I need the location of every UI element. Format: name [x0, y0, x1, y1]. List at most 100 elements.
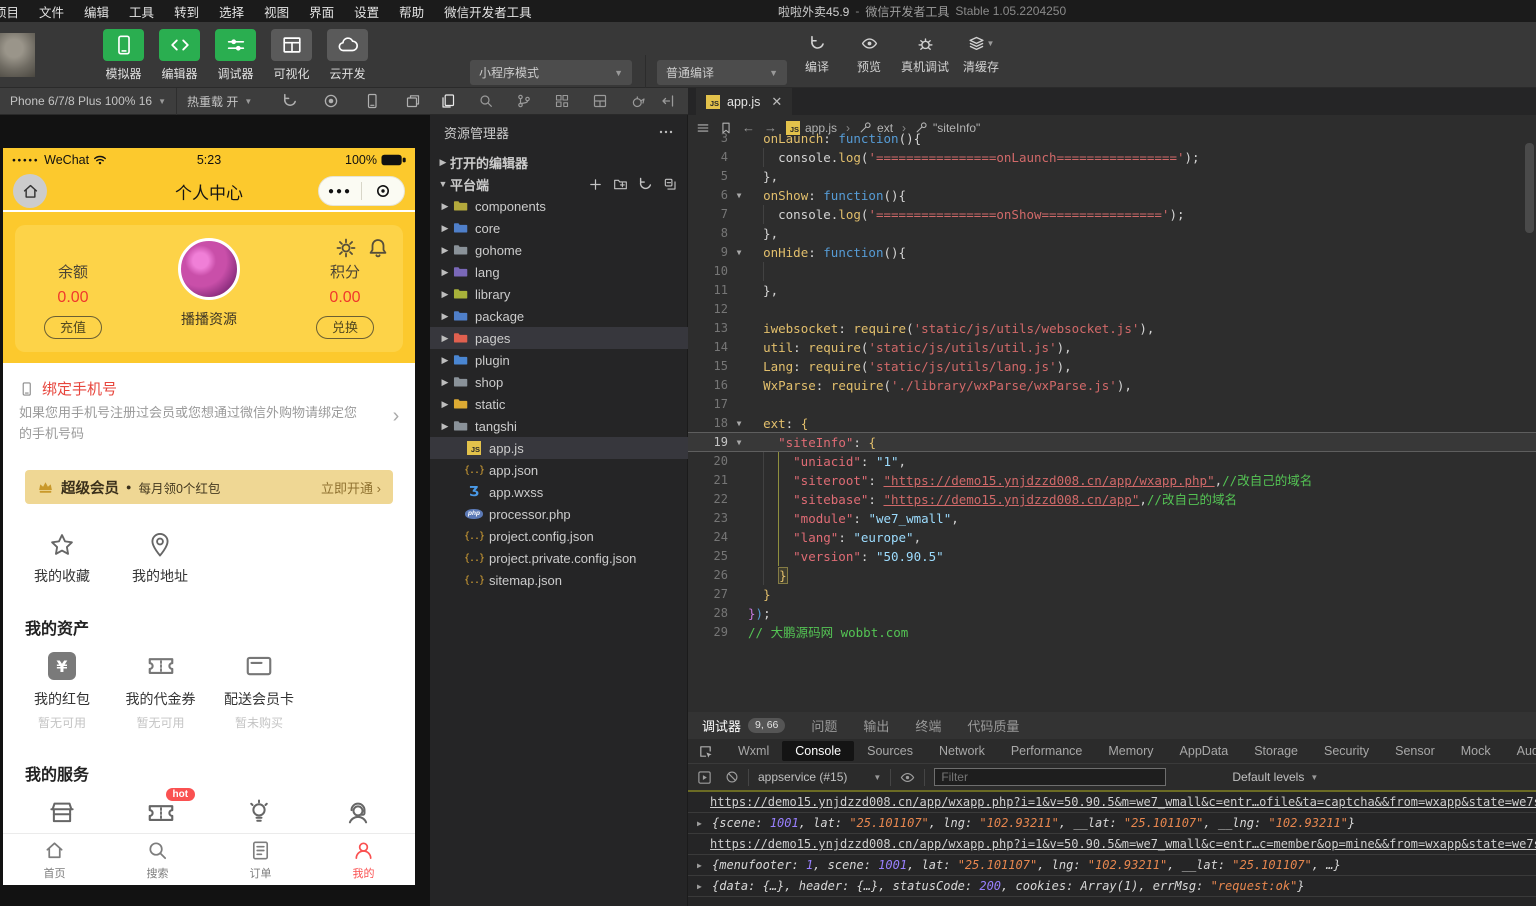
tab-订单[interactable]: 订单 [209, 834, 312, 885]
refresh-icon[interactable] [638, 177, 653, 192]
menu-item-编辑[interactable]: 编辑 [74, 2, 119, 21]
fold-icon[interactable]: ▼ [732, 243, 746, 262]
folder-core[interactable]: ▶core [430, 217, 688, 239]
debug-tab-输出[interactable]: 输出 [863, 716, 889, 735]
utilities-icon[interactable] [630, 93, 646, 109]
toolbar-button-可视化[interactable]: 可视化 [268, 29, 315, 82]
toolbar-button-模拟器[interactable]: 模拟器 [100, 29, 147, 82]
tab-搜索[interactable]: 搜索 [106, 834, 209, 885]
context-select[interactable]: appservice (#15) ▼ [758, 770, 881, 784]
quick-我的地址[interactable]: 我的地址 [121, 531, 199, 586]
menu-item-文件[interactable]: 文件 [29, 2, 74, 21]
hot-reload-toggle[interactable]: 热重载 开▼ [177, 88, 262, 115]
console-row[interactable]: https://demo15.ynjdzzd008.cn/app/wxapp.p… [688, 834, 1536, 855]
exchange-button[interactable]: 兑换 [316, 316, 374, 339]
service-service[interactable] [343, 798, 377, 832]
service-bulb[interactable] [244, 798, 278, 832]
folder-static[interactable]: ▶static [430, 393, 688, 415]
console-row[interactable]: ▶{data: {…}, header: {…}, statusCode: 20… [688, 876, 1536, 897]
action-清缓存[interactable]: ▼清缓存 [961, 32, 1001, 75]
editor-scrollbar[interactable] [1525, 143, 1534, 233]
fold-icon[interactable]: ▼ [732, 414, 746, 433]
toolbar-button-调试器[interactable]: 调试器 [212, 29, 259, 82]
eye-icon[interactable] [900, 770, 915, 785]
tab-appjs[interactable]: JS app.js ✕ [696, 88, 792, 115]
folder-gohome[interactable]: ▶gohome [430, 239, 688, 261]
devtools-tab-Security[interactable]: Security [1311, 741, 1382, 761]
action-预览[interactable]: 预览 [849, 32, 889, 75]
devtools-tab-AppData[interactable]: AppData [1167, 741, 1242, 761]
tab-首页[interactable]: 首页 [3, 834, 106, 885]
extensions-icon[interactable] [554, 93, 570, 109]
devtools-tab-Storage[interactable]: Storage [1241, 741, 1311, 761]
file-app.js[interactable]: JSapp.js [430, 437, 688, 459]
recharge-button[interactable]: 充值 [44, 316, 102, 339]
console-row[interactable]: https://demo15.ynjdzzd008.cn/app/wxapp.p… [688, 792, 1536, 813]
open-editors-section[interactable]: ▶ 打开的编辑器 [430, 151, 688, 173]
file-project.config.json[interactable]: {..}project.config.json [430, 525, 688, 547]
devtools-tab-Performance[interactable]: Performance [998, 741, 1096, 761]
step-over-icon[interactable] [697, 770, 712, 785]
devtools-tab-Sources[interactable]: Sources [854, 741, 926, 761]
vip-banner[interactable]: 超级会员 ● 每月领0个红包 立即开通 › [25, 470, 393, 504]
file-sitemap.json[interactable]: {..}sitemap.json [430, 569, 688, 591]
menu-item-转到[interactable]: 转到 [164, 2, 209, 21]
log-levels-select[interactable]: Default levels ▼ [1232, 770, 1318, 784]
more-menu-icon[interactable]: ●●● [319, 186, 361, 197]
file-processor.php[interactable]: phpprocessor.php [430, 503, 688, 525]
asset-我的代金券[interactable]: 我的代金券暂无可用 [113, 651, 209, 731]
menu-item-选择[interactable]: 选择 [209, 2, 254, 21]
more-actions-icon[interactable] [658, 124, 674, 140]
menu-item-工具[interactable]: 工具 [119, 2, 164, 21]
console-request-link[interactable]: https://demo15.ynjdzzd008.cn/app/wxapp.p… [710, 795, 1536, 809]
asset-我的红包[interactable]: ¥我的红包暂无可用 [14, 651, 110, 731]
menu-item-界面[interactable]: 界面 [299, 2, 344, 21]
new-file-icon[interactable] [588, 177, 603, 192]
file-project.private.config.json[interactable]: {..}project.private.config.json [430, 547, 688, 569]
toolbar-button-云开发[interactable]: 云开发 [324, 29, 371, 82]
action-真机调试[interactable]: 真机调试 [901, 32, 949, 75]
close-icon[interactable]: ✕ [771, 94, 782, 110]
device-select[interactable]: Phone 6/7/8 Plus 100% 16▼ [0, 88, 177, 115]
devtools-tab-Console[interactable]: Console [782, 741, 854, 761]
devtools-tab-Memory[interactable]: Memory [1095, 741, 1166, 761]
console-request-link[interactable]: https://demo15.ynjdzzd008.cn/app/wxapp.p… [710, 837, 1536, 851]
folder-package[interactable]: ▶package [430, 305, 688, 327]
collapse-sidebar-icon[interactable] [660, 93, 676, 109]
phone-icon[interactable] [364, 93, 380, 109]
tab-我的[interactable]: 我的 [312, 834, 415, 885]
fold-icon[interactable]: ▼ [732, 433, 746, 452]
devtools-tab-Audits[interactable]: Audits [1504, 741, 1536, 761]
expand-arrow-icon[interactable]: ▶ [697, 855, 702, 876]
code-area[interactable]: 3 onLaunch: function(){4 console.log('==… [688, 140, 1536, 712]
console-row[interactable]: ▶{scene: 1001, lat: "25.101107", lng: "1… [688, 813, 1536, 834]
search-icon[interactable] [478, 93, 494, 109]
npm-panel-icon[interactable] [592, 93, 608, 109]
minimize-target-icon[interactable] [362, 183, 404, 199]
refresh-icon[interactable] [282, 93, 298, 109]
file-app.wxss[interactable]: Ʒapp.wxss [430, 481, 688, 503]
menu-item-设置[interactable]: 设置 [344, 2, 389, 21]
folder-tangshi[interactable]: ▶tangshi [430, 415, 688, 437]
bind-phone-card[interactable]: 绑定手机号 如果您用手机号注册过会员或您想通过微信外购物请绑定您的手机号码 › [3, 363, 415, 463]
devtools-tab-Mock[interactable]: Mock [1448, 741, 1504, 761]
profile-avatar[interactable] [178, 238, 240, 300]
mode-select[interactable]: 小程序模式▼ [470, 60, 632, 85]
compile-select[interactable]: 普通编译▼ [657, 60, 787, 85]
action-编译[interactable]: 编译 [797, 32, 837, 75]
menu-item-视图[interactable]: 视图 [254, 2, 299, 21]
expand-arrow-icon[interactable]: ▶ [697, 813, 702, 834]
clear-console-icon[interactable] [725, 770, 739, 784]
folder-plugin[interactable]: ▶plugin [430, 349, 688, 371]
explorer-files-icon[interactable] [440, 93, 456, 109]
service-shop[interactable] [47, 798, 81, 832]
devtools-tab-Sensor[interactable]: Sensor [1382, 741, 1448, 761]
user-avatar[interactable] [0, 33, 35, 77]
multi-window-icon[interactable] [405, 93, 421, 109]
toolbar-button-编辑器[interactable]: 编辑器 [156, 29, 203, 82]
asset-配送会员卡[interactable]: 配送会员卡暂未购买 [211, 651, 307, 731]
devtools-tab-Wxml[interactable]: Wxml [725, 741, 782, 761]
fold-icon[interactable]: ▼ [732, 186, 746, 205]
debug-tab-问题[interactable]: 问题 [811, 716, 837, 735]
inspect-element-icon[interactable] [698, 744, 713, 759]
